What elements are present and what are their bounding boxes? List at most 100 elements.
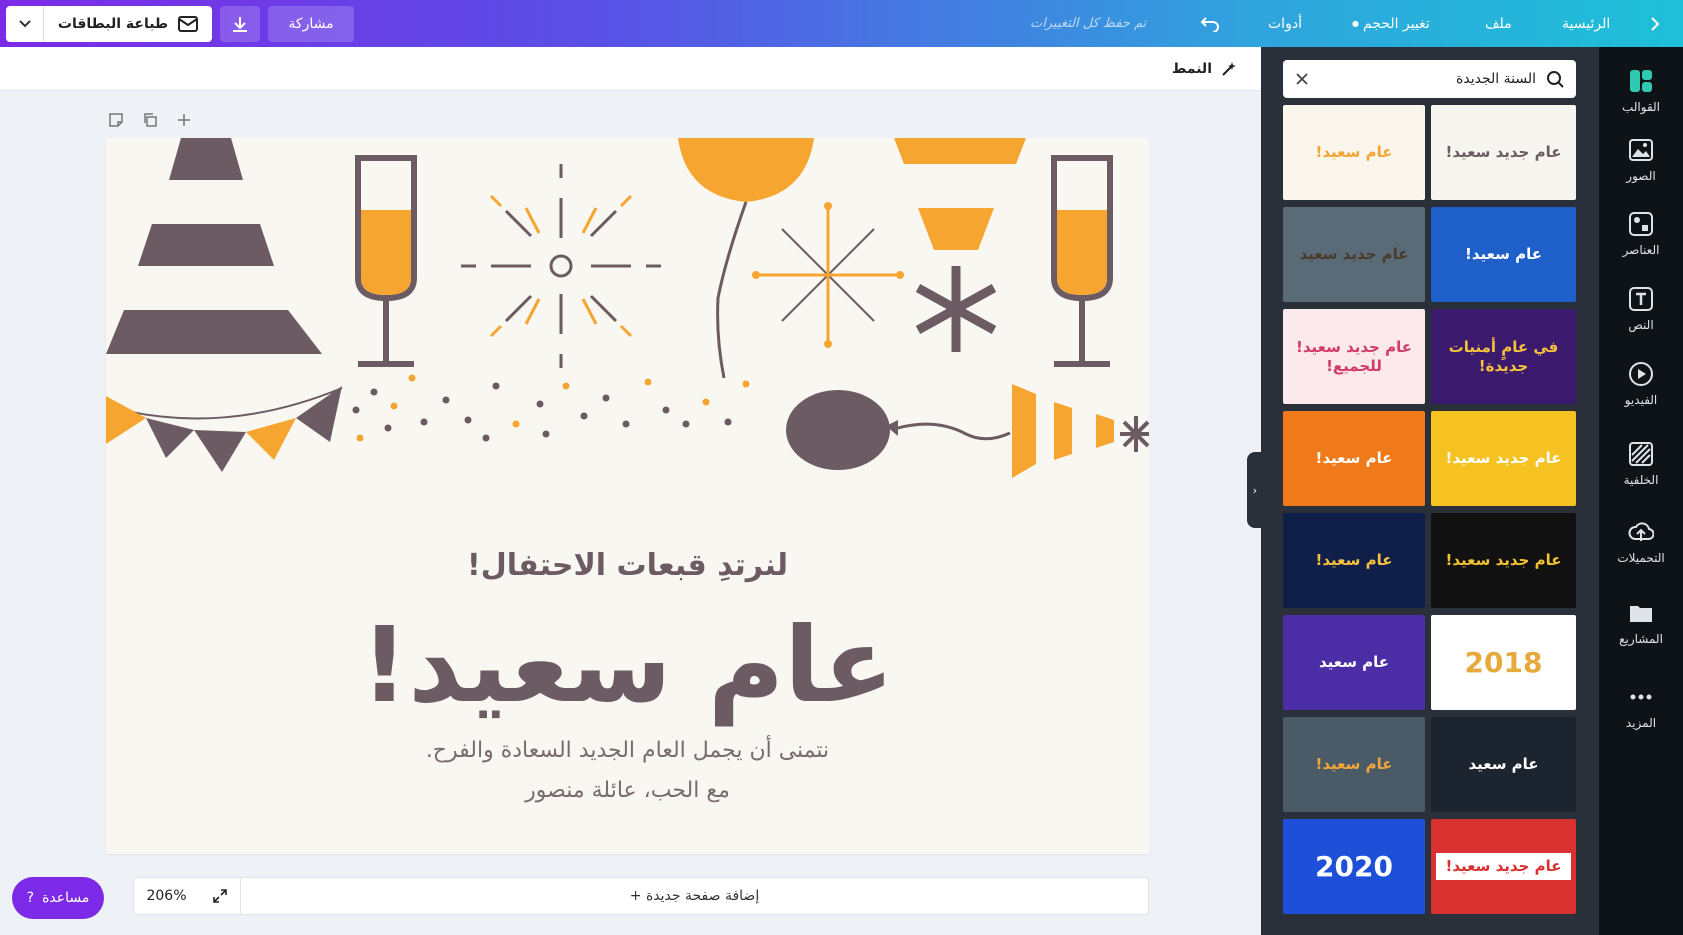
card-heading[interactable]: عام سعيد! xyxy=(106,608,1149,723)
expand-icon[interactable] xyxy=(212,888,228,904)
print-cards-label[interactable]: طباعة البطاقات xyxy=(44,16,212,32)
confetti-dot xyxy=(702,398,710,406)
template-thumbnail-text: عام جديد سعيد! xyxy=(1435,853,1572,880)
zoom-control[interactable]: 206% xyxy=(134,878,241,914)
search-box xyxy=(1283,60,1576,98)
sidebar-item-uploads[interactable]: التحميلات xyxy=(1599,506,1683,578)
confetti-dot xyxy=(408,374,416,382)
card-subheading[interactable]: لنرتدِ قبعات الاحتفال! xyxy=(106,548,1149,583)
template-grid: عام سعيد! عام جديد سعيد! عام جديد سعيد عام … xyxy=(1283,105,1576,914)
confetti-dot xyxy=(662,406,670,414)
template-thumbnail-text: عام جديد سعيد! للجميع! xyxy=(1296,337,1412,375)
sidebar-item-label: الفيديو xyxy=(1624,393,1658,407)
duplicate-icon[interactable] xyxy=(142,112,158,128)
search-icon xyxy=(1547,71,1564,88)
sidebar-item-folder[interactable]: المشاريع xyxy=(1599,587,1683,659)
template-thumbnail-text: عام سعيد xyxy=(1468,755,1539,774)
style-button[interactable]: النمط xyxy=(1172,47,1238,91)
page-tools xyxy=(108,112,192,128)
background-icon xyxy=(1629,442,1653,466)
template-thumbnail-text: عام جديد سعيد xyxy=(1299,245,1409,264)
template-thumbnail[interactable]: عام جديد سعيد! للجميع! xyxy=(1283,309,1425,404)
chevron-down-icon[interactable] xyxy=(6,6,44,42)
folder-icon xyxy=(1630,606,1652,622)
print-cards-button[interactable]: طباعة البطاقات xyxy=(6,6,212,42)
template-thumbnail[interactable]: عام جديد سعيد xyxy=(1283,207,1425,302)
add-page-button[interactable]: + إضافة صفحة جديدة xyxy=(241,878,1148,914)
design-canvas[interactable]: لنرتدِ قبعات الاحتفال! عام سعيد! نتمنى أ… xyxy=(106,138,1149,854)
save-status: تم حفظ كل التغييرات xyxy=(1030,16,1147,31)
template-thumbnail-text: في عامٍ أمنيات جديدة! xyxy=(1448,337,1559,375)
template-thumbnail[interactable]: عام جديد سعيد! xyxy=(1431,411,1576,506)
resize-dot-icon: ● xyxy=(1352,19,1359,28)
template-thumbnail[interactable]: في عامٍ أمنيات جديدة! xyxy=(1431,309,1576,404)
template-thumbnail[interactable]: عام سعيد xyxy=(1283,615,1425,710)
sidebar-item-photos[interactable]: الصور xyxy=(1599,124,1683,196)
template-thumbnail-text: عام جديد سعيد! xyxy=(1445,551,1562,570)
template-thumbnail-text: عام سعيد! xyxy=(1315,551,1393,570)
template-thumbnail[interactable]: عام سعيد! xyxy=(1431,207,1576,302)
download-icon xyxy=(233,17,247,32)
question-icon: ? xyxy=(26,890,35,906)
sidebar-item-video[interactable]: الفيديو xyxy=(1599,348,1683,420)
home-link[interactable]: الرئيسية xyxy=(1562,0,1610,47)
download-button[interactable] xyxy=(220,6,260,42)
template-thumbnail-text: 2020 xyxy=(1315,850,1393,883)
template-thumbnail[interactable]: عام جديد سعيد! xyxy=(1431,105,1576,200)
share-button[interactable]: مشاركة xyxy=(268,6,354,42)
sidebar-item-label: القوالب xyxy=(1621,100,1661,114)
sidebar-item-elements[interactable]: العناصر xyxy=(1599,198,1683,270)
elements-icon xyxy=(1629,212,1653,236)
top-bar: طباعة البطاقات مشاركة تم حفظ كل التغييرا… xyxy=(0,0,1683,47)
template-thumbnail-text: عام جديد سعيد! xyxy=(1445,449,1562,468)
template-thumbnail-text: عام سعيد! xyxy=(1315,143,1393,162)
template-thumbnail[interactable]: 2020 xyxy=(1283,819,1425,914)
confetti-dot xyxy=(580,412,588,420)
undo-button[interactable] xyxy=(1200,0,1220,47)
close-icon[interactable] xyxy=(1295,72,1309,86)
help-button[interactable]: ? مساعدة xyxy=(12,877,104,919)
card-message-line2[interactable]: مع الحب، عائلة منصور xyxy=(106,778,1149,803)
sidebar-item-background[interactable]: الخلفية xyxy=(1599,428,1683,500)
confetti-dot xyxy=(724,418,732,426)
style-label: النمط xyxy=(1171,61,1212,77)
sidebar-item-more[interactable]: المزيد xyxy=(1599,671,1683,743)
sidebar-item-label: التحميلات xyxy=(1617,551,1665,565)
template-thumbnail[interactable]: عام جديد سعيد! xyxy=(1431,819,1576,914)
templates-panel: عام سعيد! عام جديد سعيد! عام جديد سعيد عام … xyxy=(1261,47,1599,935)
back-button[interactable] xyxy=(1650,0,1660,47)
confetti-dot xyxy=(542,430,550,438)
confetti-dot xyxy=(482,434,490,442)
template-thumbnail[interactable]: عام سعيد! xyxy=(1283,717,1425,812)
tools-menu[interactable]: أدوات xyxy=(1268,0,1302,47)
card-message-line1[interactable]: نتمنى أن يجمل العام الجديد السعادة والفر… xyxy=(106,738,1149,763)
template-thumbnail[interactable]: عام سعيد! xyxy=(1283,105,1425,200)
zoom-level: 206% xyxy=(146,888,187,904)
template-thumbnail[interactable]: عام سعيد! xyxy=(1283,411,1425,506)
sidebar-item-label: العناصر xyxy=(1622,243,1660,257)
template-thumbnail[interactable]: عام جديد سعيد! xyxy=(1431,513,1576,608)
mail-icon xyxy=(178,16,199,32)
template-thumbnail[interactable]: عام سعيد xyxy=(1431,717,1576,812)
file-menu[interactable]: ملف xyxy=(1485,0,1512,47)
chevron-right-icon: › xyxy=(1252,483,1258,497)
confetti-dot xyxy=(352,406,360,414)
text-icon xyxy=(1629,287,1653,311)
template-thumbnail[interactable]: 2018 xyxy=(1431,615,1576,710)
sidebar-item-text[interactable]: النص xyxy=(1599,273,1683,345)
note-icon[interactable] xyxy=(108,112,124,128)
template-thumbnail-text: عام سعيد xyxy=(1318,653,1390,672)
uploads-icon xyxy=(1628,522,1654,541)
confetti-dot xyxy=(492,382,500,390)
search-input[interactable] xyxy=(1319,71,1536,87)
confetti-dot xyxy=(370,388,378,396)
confetti-dot xyxy=(356,434,364,442)
template-thumbnail-text: عام سعيد! xyxy=(1315,755,1393,774)
confetti-dot xyxy=(622,420,630,428)
sidebar-item-templates[interactable]: القوالب xyxy=(1599,55,1683,127)
add-icon[interactable] xyxy=(176,112,192,128)
confetti-dot xyxy=(562,382,570,390)
resize-menu[interactable]: ● تغيير الحجم xyxy=(1352,0,1430,47)
template-thumbnail[interactable]: عام سعيد! xyxy=(1283,513,1425,608)
more-icon xyxy=(1630,694,1652,700)
